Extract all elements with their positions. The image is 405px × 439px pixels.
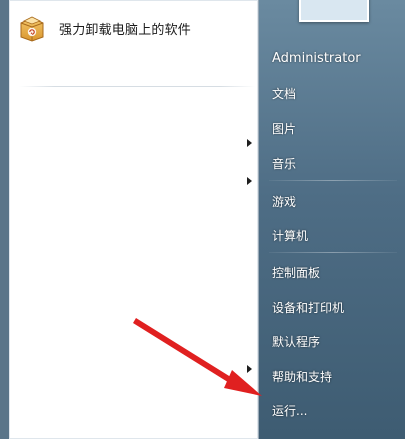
default-programs-link[interactable]: 默认程序 (272, 333, 320, 350)
documents-link[interactable]: 文档 (272, 85, 296, 102)
submenu-arrow-icon[interactable] (247, 177, 252, 185)
computer-link[interactable]: 计算机 (272, 227, 308, 244)
pictures-link[interactable]: 图片 (272, 120, 296, 137)
devices-printers-link[interactable]: 设备和打印机 (272, 299, 344, 316)
menu-left-edge (0, 0, 9, 439)
start-menu: 强力卸载电脑上的软件 Administrator 文档 图片 音乐 游戏 计算机… (0, 0, 405, 439)
submenu-arrow-icon[interactable] (247, 365, 252, 373)
program-label: 强力卸载电脑上的软件 (59, 22, 192, 38)
places-separator (269, 180, 397, 181)
uninstaller-box-icon (20, 16, 44, 42)
programs-separator (19, 86, 255, 87)
games-link[interactable]: 游戏 (272, 193, 296, 210)
places-separator (269, 252, 397, 253)
programs-pane: 强力卸载电脑上的软件 (9, 0, 259, 439)
places-pane: Administrator 文档 图片 音乐 游戏 计算机 控制面板 设备和打印… (259, 0, 405, 439)
music-link[interactable]: 音乐 (272, 155, 296, 172)
program-item-uninstaller[interactable]: 强力卸载电脑上的软件 (17, 10, 253, 46)
run-link[interactable]: 运行... (272, 402, 307, 419)
user-name-link[interactable]: Administrator (272, 51, 361, 66)
submenu-arrow-icon[interactable] (247, 139, 252, 147)
help-support-link[interactable]: 帮助和支持 (272, 368, 332, 385)
control-panel-link[interactable]: 控制面板 (272, 264, 320, 281)
user-picture-frame[interactable] (299, 0, 369, 22)
